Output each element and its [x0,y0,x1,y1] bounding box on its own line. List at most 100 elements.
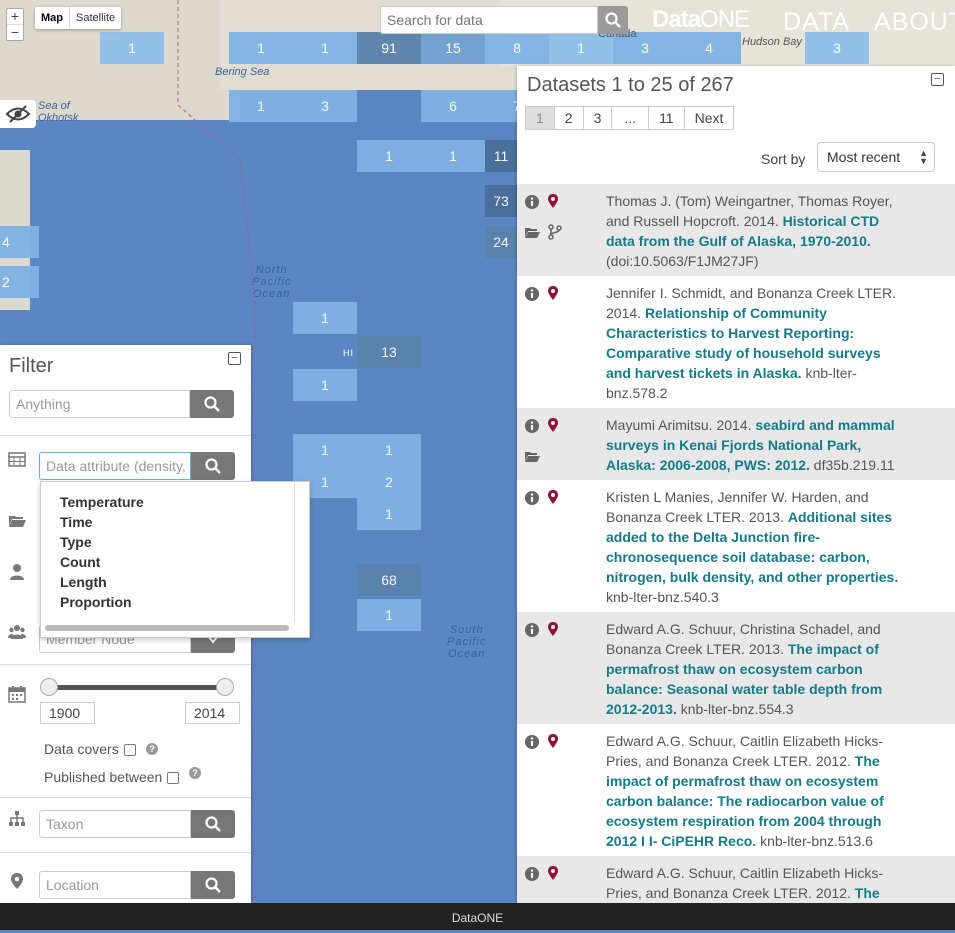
eye-slash-icon [5,105,31,123]
result-citation: Thomas J. (Tom) Weingartner, Thomas Roye… [606,191,906,271]
page-11-button[interactable]: 11 [648,106,685,130]
zoom-in-button[interactable]: + [7,9,23,24]
result-identifier: df35b.219.11 [813,457,895,473]
divider [0,664,251,665]
attribute-option[interactable]: Temperature [41,492,309,512]
nav-data[interactable]: DATA [783,8,850,37]
folder-open-icon[interactable] [524,224,540,240]
map-marker-icon[interactable] [545,865,561,881]
map-marker-icon[interactable] [545,417,561,433]
info-icon[interactable] [524,418,540,434]
result-title-link[interactable]: The [855,885,880,901]
divider [0,797,251,798]
data-covers-label: Data covers [44,741,119,757]
result-row: Edward A.G. Schuur, Christina Schadel, a… [517,612,955,724]
search-icon [205,458,221,474]
anything-input[interactable]: Anything [9,390,190,418]
data-attribute-input[interactable]: Data attribute (density, [39,452,191,480]
result-identifier: knb-lter-bnz.540.3 [606,589,719,605]
result-row: Thomas J. (Tom) Weingartner, Thomas Roye… [517,184,955,276]
year-min-handle[interactable] [40,678,58,696]
attribute-option[interactable]: Proportion [41,592,309,612]
info-icon[interactable] [524,622,540,638]
result-citation: Edward A.G. Schuur, Christina Schadel, a… [606,619,906,719]
dropdown-horizontal-scrollbar[interactable] [45,625,289,631]
map-marker-icon[interactable] [545,621,561,637]
result-authors: Edward A.G. Schuur, Caitlin Elizabeth Hi… [606,865,884,901]
result-citation: Kristen L Manies, Jennifer W. Harden, an… [606,487,906,607]
users-icon [8,625,26,639]
zoom-out-button[interactable]: − [7,24,23,40]
result-citation: Edward A.G. Schuur, Caitlin Elizabeth Hi… [606,863,906,903]
year-max-handle[interactable] [216,678,234,696]
search-button[interactable] [598,6,628,34]
map-marker-icon[interactable] [545,489,561,505]
year-max-input[interactable]: 2014 [185,702,240,724]
map-type-map-button[interactable]: Map [35,7,69,29]
map-type-control: Map Satellite [35,7,122,29]
result-identifier: knb-lter-bnz.513.6 [760,833,873,849]
result-row: Edward A.G. Schuur, Caitlin Elizabeth Hi… [517,856,955,903]
attribute-option[interactable]: Length [41,572,309,592]
filter-title: Filter [9,355,54,377]
map-marker-icon[interactable] [545,193,561,209]
published-between-label: Published between [44,769,163,785]
map-marker-icon[interactable] [545,733,561,749]
info-icon[interactable] [524,286,540,302]
dropdown-vertical-scrollbar[interactable] [294,484,295,622]
result-citation: Jennifer I. Schmidt, and Bonanza Creek L… [606,283,906,403]
results-collapse-button[interactable]: − [931,73,944,86]
next-page-button[interactable]: Next [683,106,735,130]
logo-suffix-text: ONE [700,6,750,33]
provenance-branch-icon[interactable] [547,224,563,240]
taxon-search-button[interactable] [191,810,235,838]
result-row: Jennifer I. Schmidt, and Bonanza Creek L… [517,276,955,408]
result-row: Edward A.G. Schuur, Caitlin Elizabeth Hi… [517,724,955,856]
attribute-autocomplete-menu: Temperature Time Type Count Length Propo… [40,481,310,638]
data-attribute-search-button[interactable] [191,452,235,480]
attribute-option[interactable]: Count [41,552,309,572]
divider [0,435,251,436]
info-icon[interactable] [524,866,540,882]
year-min-input[interactable]: 1900 [40,702,95,724]
folder-open-icon[interactable] [524,448,540,464]
table-icon [8,452,26,467]
sort-select[interactable]: Most recent ▲ ▼ [817,142,935,172]
published-between-checkbox[interactable] [167,772,179,784]
map-marker-icon[interactable] [545,285,561,301]
search-input[interactable] [380,6,598,34]
user-icon [10,564,24,580]
pagination: 1 2 3 ... 11 Next [525,106,735,130]
location-search-button[interactable] [191,871,235,899]
search-icon [605,12,621,28]
page-3-button[interactable]: 3 [582,106,613,130]
nav-about[interactable]: ABOUT [874,8,955,37]
help-icon[interactable]: ? [189,767,201,779]
zoom-control: + − [6,8,24,41]
info-icon[interactable] [524,194,540,210]
page-1-button[interactable]: 1 [525,106,555,130]
map-type-satellite-button[interactable]: Satellite [69,7,121,29]
page-2-button[interactable]: 2 [553,106,584,130]
help-icon[interactable]: ? [146,743,158,755]
toggle-map-visibility-button[interactable] [0,100,36,128]
taxonomy-icon [9,811,25,826]
results-panel: Datasets 1 to 25 of 267 − 1 2 3 ... 11 N… [517,66,955,903]
folder-icon [9,516,26,527]
attribute-option[interactable]: Type [41,532,309,552]
info-icon[interactable] [524,490,540,506]
dataone-logo[interactable]: DataONE [652,6,750,34]
attribute-option[interactable]: Time [41,512,309,532]
year-range-slider[interactable] [40,678,234,696]
result-authors: Edward A.G. Schuur, Caitlin Elizabeth Hi… [606,733,884,769]
anything-search-button[interactable] [190,390,234,418]
taxon-input[interactable]: Taxon [39,810,191,838]
results-title: Datasets 1 to 25 of 267 [527,74,734,96]
logo-main-text: Data [652,6,701,33]
filter-collapse-button[interactable]: − [228,352,241,365]
result-citation: Edward A.G. Schuur, Caitlin Elizabeth Hi… [606,731,906,851]
info-icon[interactable] [524,734,540,750]
location-input[interactable]: Location [39,871,191,899]
data-covers-checkbox[interactable] [124,744,136,756]
sort-arrows-icon: ▲ ▼ [919,148,928,166]
